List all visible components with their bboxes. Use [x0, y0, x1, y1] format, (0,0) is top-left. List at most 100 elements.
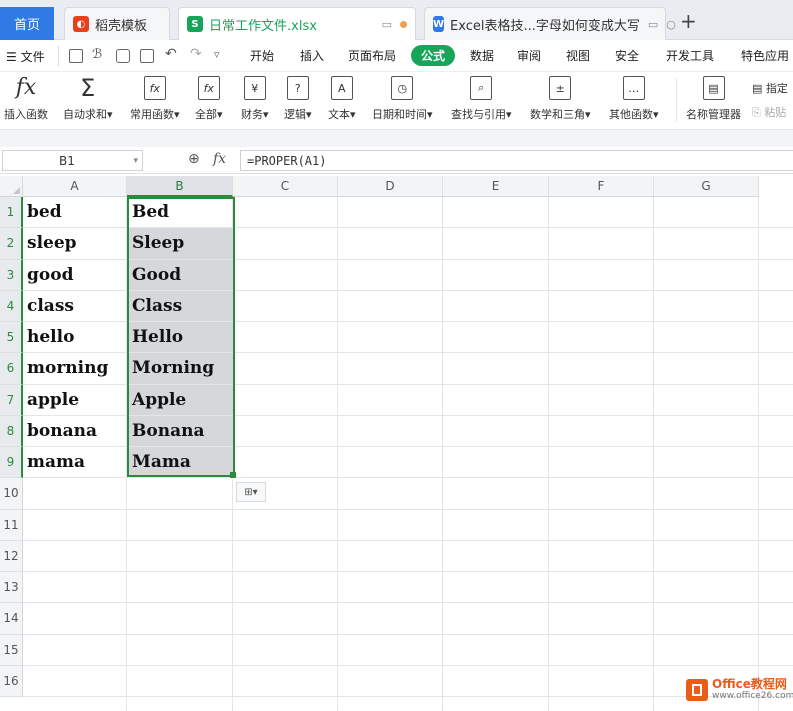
question-icon: ?: [286, 76, 309, 100]
row-header-1[interactable]: 1: [0, 197, 23, 229]
lookup-reference-button[interactable]: ⌕ 查找与引用▾: [451, 76, 512, 122]
tab-docer-templates[interactable]: ◐ 稻壳模板: [64, 7, 170, 40]
formula-input[interactable]: =PROPER(A1): [240, 150, 793, 171]
column-header-f[interactable]: F: [549, 176, 654, 197]
cell-a7[interactable]: apple: [23, 385, 126, 415]
column-header-a[interactable]: A: [23, 176, 127, 197]
row-header-5[interactable]: 5: [0, 322, 23, 354]
save-icon[interactable]: [69, 49, 83, 63]
row-header-11[interactable]: 11: [0, 509, 23, 541]
row-header-16[interactable]: 16: [0, 665, 23, 697]
row-header-2[interactable]: 2: [0, 228, 23, 260]
print-icon[interactable]: [116, 49, 130, 63]
other-functions-button[interactable]: … 其他函数▾: [609, 76, 659, 122]
cell-b2[interactable]: Sleep: [128, 228, 233, 259]
cell-a1[interactable]: bed: [23, 197, 126, 227]
tab-excel-article[interactable]: W Excel表格技...字母如何变成大写 ▭ ○: [424, 7, 676, 40]
menu-view[interactable]: 视图: [566, 47, 590, 64]
text-functions-button[interactable]: A 文本▾: [328, 76, 356, 122]
chevron-down-icon[interactable]: ▾: [133, 156, 138, 166]
menu-insert[interactable]: 插入: [300, 47, 324, 64]
cell-a4[interactable]: class: [23, 291, 126, 321]
menu-page-layout[interactable]: 页面布局: [348, 47, 396, 64]
menu-data[interactable]: 数据: [470, 47, 494, 64]
insert-function-button[interactable]: fx 插入函数: [4, 76, 48, 122]
fx-icon[interactable]: fx: [213, 151, 226, 167]
cell-a8[interactable]: bonana: [23, 416, 126, 446]
magnifier-icon: ⌕: [470, 76, 493, 100]
undo-icon[interactable]: ↶: [165, 46, 177, 62]
zoom-search-icon[interactable]: ⊕: [188, 151, 200, 167]
close-tab-icon[interactable]: ○: [666, 18, 676, 31]
common-functions-button[interactable]: fx 常用函数▾: [130, 76, 180, 122]
cell-a3[interactable]: good: [23, 260, 126, 290]
column-header-g[interactable]: G: [654, 176, 759, 197]
cell-b4[interactable]: Class: [128, 290, 233, 321]
watermark-title: Office教程网: [712, 677, 787, 691]
fill-handle[interactable]: [230, 472, 236, 478]
cell-b9[interactable]: Mama: [128, 447, 233, 478]
row-header-10[interactable]: 10: [0, 478, 23, 510]
cell-a2[interactable]: sleep: [23, 228, 126, 258]
date-time-button[interactable]: ◷ 日期和时间▾: [372, 76, 433, 122]
screen-icon[interactable]: ▭: [382, 18, 392, 31]
print-preview-icon[interactable]: [140, 49, 154, 63]
menu-security[interactable]: 安全: [615, 47, 639, 64]
function-icon: fx: [143, 76, 166, 100]
row-header-4[interactable]: 4: [0, 290, 23, 322]
specify-button[interactable]: ▤ 指定: [752, 80, 788, 96]
cell-a5[interactable]: hello: [23, 322, 126, 352]
select-all-corner[interactable]: [0, 176, 23, 197]
paste-button[interactable]: ⎘ 粘贴: [752, 104, 786, 120]
column-header-d[interactable]: D: [338, 176, 443, 197]
menu-special-apps[interactable]: 特色应用: [741, 47, 789, 64]
name-manager-button[interactable]: ▤ 名称管理器: [686, 76, 741, 122]
tab-bar: 首页 ◐ 稻壳模板 S 日常工作文件.xlsx ▭ W Excel表格技...字…: [0, 0, 793, 40]
autosum-button[interactable]: Σ 自动求和▾: [63, 76, 113, 122]
row-header-15[interactable]: 15: [0, 634, 23, 666]
screen-icon[interactable]: ▭: [648, 18, 658, 31]
cell-a9[interactable]: mama: [23, 447, 126, 477]
divider: [676, 78, 677, 122]
math-trig-button[interactable]: ± 数学和三角▾: [530, 76, 591, 122]
column-header-b[interactable]: B: [127, 176, 233, 197]
ribbon-label: 逻辑▾: [284, 108, 312, 121]
spreadsheet-grid[interactable]: ABCDEFG 1 2 3 4 5 6 7 8 9 10 11 12 13 14 15 16 bed Bed sl…: [0, 176, 793, 711]
column-gridline: [126, 197, 127, 711]
tab-home[interactable]: 首页: [0, 7, 54, 40]
name-box[interactable]: B1 ▾: [2, 150, 143, 171]
column-header-e[interactable]: E: [443, 176, 549, 197]
cell-a6[interactable]: morning: [23, 353, 126, 383]
row-header-7[interactable]: 7: [0, 384, 23, 416]
all-functions-button[interactable]: fx 全部▾: [195, 76, 223, 122]
column-header-c[interactable]: C: [233, 176, 338, 197]
financial-button[interactable]: ¥ 财务▾: [241, 76, 269, 122]
menu-formulas[interactable]: 公式: [411, 45, 456, 66]
format-painter-icon[interactable]: ℬ: [92, 47, 102, 62]
menu-start[interactable]: 开始: [250, 47, 274, 64]
row-header-6[interactable]: 6: [0, 353, 23, 385]
paste-options-button[interactable]: ⊞▾: [236, 482, 266, 502]
menu-review[interactable]: 审阅: [517, 47, 541, 64]
file-menu[interactable]: ☰ 文件: [6, 48, 45, 65]
logical-button[interactable]: ? 逻辑▾: [284, 76, 312, 122]
row-header-13[interactable]: 13: [0, 572, 23, 604]
column-gridline: [337, 197, 338, 711]
row-header-14[interactable]: 14: [0, 603, 23, 635]
fx-icon: fx: [15, 75, 37, 100]
new-tab-button[interactable]: +: [680, 9, 697, 33]
row-header-12[interactable]: 12: [0, 540, 23, 572]
customize-chevron-icon[interactable]: ▿: [214, 48, 220, 61]
cell-b5[interactable]: Hello: [128, 322, 233, 353]
cell-b8[interactable]: Bonana: [128, 415, 233, 446]
row-header-8[interactable]: 8: [0, 415, 23, 447]
row-header-9[interactable]: 9: [0, 447, 23, 479]
tab-daily-work-file[interactable]: S 日常工作文件.xlsx ▭: [178, 7, 416, 40]
menu-developer[interactable]: 开发工具: [666, 47, 714, 64]
cell-b7[interactable]: Apple: [128, 384, 233, 415]
cell-b1[interactable]: Bed: [128, 197, 233, 227]
cell-b3[interactable]: Good: [128, 259, 233, 290]
cell-b6[interactable]: Morning: [128, 353, 233, 384]
row-header-3[interactable]: 3: [0, 259, 23, 291]
redo-icon[interactable]: ↷: [190, 46, 202, 62]
